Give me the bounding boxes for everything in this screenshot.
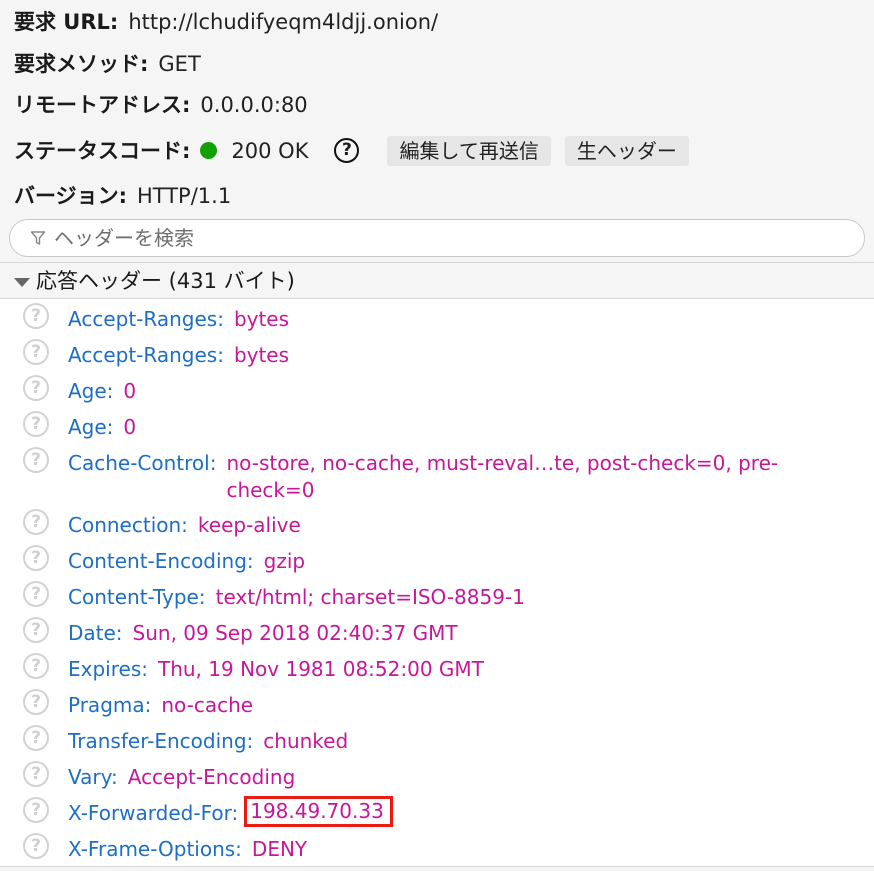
header-row: ? Accept-Ranges: bytes [0,299,874,335]
header-value: keep-alive [197,513,301,537]
header-name: Accept-Ranges: [68,343,224,367]
header-name: Pragma: [68,693,152,717]
header-name: X-Forwarded-For: [68,801,239,825]
header-name: Accept-Ranges: [68,307,224,331]
header-help-icon[interactable]: ? [23,725,49,751]
header-help-icon[interactable]: ? [23,653,49,679]
header-help-icon[interactable]: ? [23,689,49,715]
expand-triangle-icon[interactable] [14,278,30,287]
request-method-value: GET [158,52,201,76]
header-value: 0 [123,379,137,403]
version-value: HTTP/1.1 [136,184,232,208]
header-help-icon[interactable]: ? [23,509,49,535]
request-url-value[interactable]: http://lchudifyeqm4ldjj.onion/ [128,10,438,34]
header-row: ? Transfer-Encoding: chunked [0,721,874,757]
header-name: Age: [68,415,114,439]
header-search-input[interactable] [54,224,834,252]
filter-icon [30,231,46,245]
version-label: バージョン: [14,184,127,208]
response-headers-list: ? Accept-Ranges: bytes ? Accept-Ranges: … [0,299,874,865]
header-row: ? Age: 0 [0,371,874,407]
header-name: Age: [68,379,114,403]
request-method-label: 要求メソッド: [14,52,149,76]
header-name: Vary: [68,765,118,789]
header-help-icon[interactable]: ? [23,797,49,823]
header-row: ? Content-Encoding: gzip [0,541,874,577]
header-help-icon[interactable]: ? [23,761,49,787]
header-filter-box [9,219,865,257]
header-row: ? X-Forwarded-For: 198.49.70.33 [0,793,874,829]
header-name: X-Frame-Options: [68,837,242,861]
header-value: Accept-Encoding [127,765,296,789]
edit-and-resend-button[interactable]: 編集して再送信 [387,136,551,166]
remote-address-label: リモートアドレス: [14,93,191,117]
header-row: ? Expires: Thu, 19 Nov 1981 08:52:00 GMT [0,649,874,685]
header-help-icon[interactable]: ? [23,339,49,365]
header-value: no-store, no-cache, must-reval…te, post-… [226,451,779,502]
header-value: Thu, 19 Nov 1981 08:52:00 GMT [157,657,484,681]
header-help-icon[interactable]: ? [23,375,49,401]
remote-address-value: 0.0.0.0:80 [200,93,308,117]
header-row: ? Accept-Ranges: bytes [0,335,874,371]
remote-address-row: リモートアドレス: 0.0.0.0:80 [14,91,308,119]
header-name: Content-Encoding: [68,549,254,573]
header-name: Expires: [68,657,148,681]
header-value: no-cache [161,693,254,717]
request-method-row: 要求メソッド: GET [14,50,201,78]
header-help-icon[interactable]: ? [23,545,49,571]
header-row: ? Date: Sun, 09 Sep 2018 02:40:37 GMT [0,613,874,649]
header-help-icon[interactable]: ? [23,303,49,329]
header-row: ? Pragma: no-cache [0,685,874,721]
header-name: Date: [68,621,123,645]
header-value: bytes [233,307,290,331]
panel-bottom-border [0,866,874,871]
header-help-icon[interactable]: ? [23,411,49,437]
header-name: Cache-Control: [68,451,217,475]
header-row: ? X-Frame-Options: DENY [0,829,874,865]
headers-summary: 要求 URL: http://lchudifyeqm4ldjj.onion/ 要求… [0,0,874,262]
help-icon[interactable]: ? [334,138,360,163]
header-row: ? Content-Type: text/html; charset=ISO-8… [0,577,874,613]
status-code-label: ステータスコード: [14,139,191,163]
request-url-row: 要求 URL: http://lchudifyeqm4ldjj.onion/ [14,8,438,36]
header-value: 198.49.70.33 [244,796,393,827]
header-value: gzip [263,549,306,573]
header-name: Connection: [68,513,188,537]
header-value: text/html; charset=ISO-8859-1 [215,585,525,609]
header-row: ? Vary: Accept-Encoding [0,757,874,793]
header-row: ? Age: 0 [0,407,874,443]
header-value: Sun, 09 Sep 2018 02:40:37 GMT [132,621,458,645]
status-dot-icon [200,142,218,159]
header-row: ? Cache-Control: no-store, no-cache, mus… [0,443,874,505]
header-value: bytes [233,343,290,367]
header-row: ? Connection: keep-alive [0,505,874,541]
status-code-value: 200 OK [231,139,309,163]
response-headers-title: 応答ヘッダー (431 バイト) [36,269,295,293]
header-name: Transfer-Encoding: [68,729,254,753]
header-help-icon[interactable]: ? [23,617,49,643]
header-value: DENY [251,837,308,861]
header-value-highlight-box: 198.49.70.33 [244,793,393,827]
header-name: Content-Type: [68,585,206,609]
header-value: chunked [263,729,349,753]
header-help-icon[interactable]: ? [23,833,49,859]
header-help-icon[interactable]: ? [23,447,49,473]
status-code-row: ステータスコード: 200 OK? 編集して再送信 生ヘッダー [14,136,689,168]
request-url-label: 要求 URL: [14,10,119,34]
header-value: 0 [123,415,137,439]
version-row: バージョン: HTTP/1.1 [14,182,231,210]
response-headers-section-header[interactable]: 応答ヘッダー (431 バイト) [0,262,874,299]
raw-headers-button[interactable]: 生ヘッダー [564,136,689,166]
header-help-icon[interactable]: ? [23,581,49,607]
